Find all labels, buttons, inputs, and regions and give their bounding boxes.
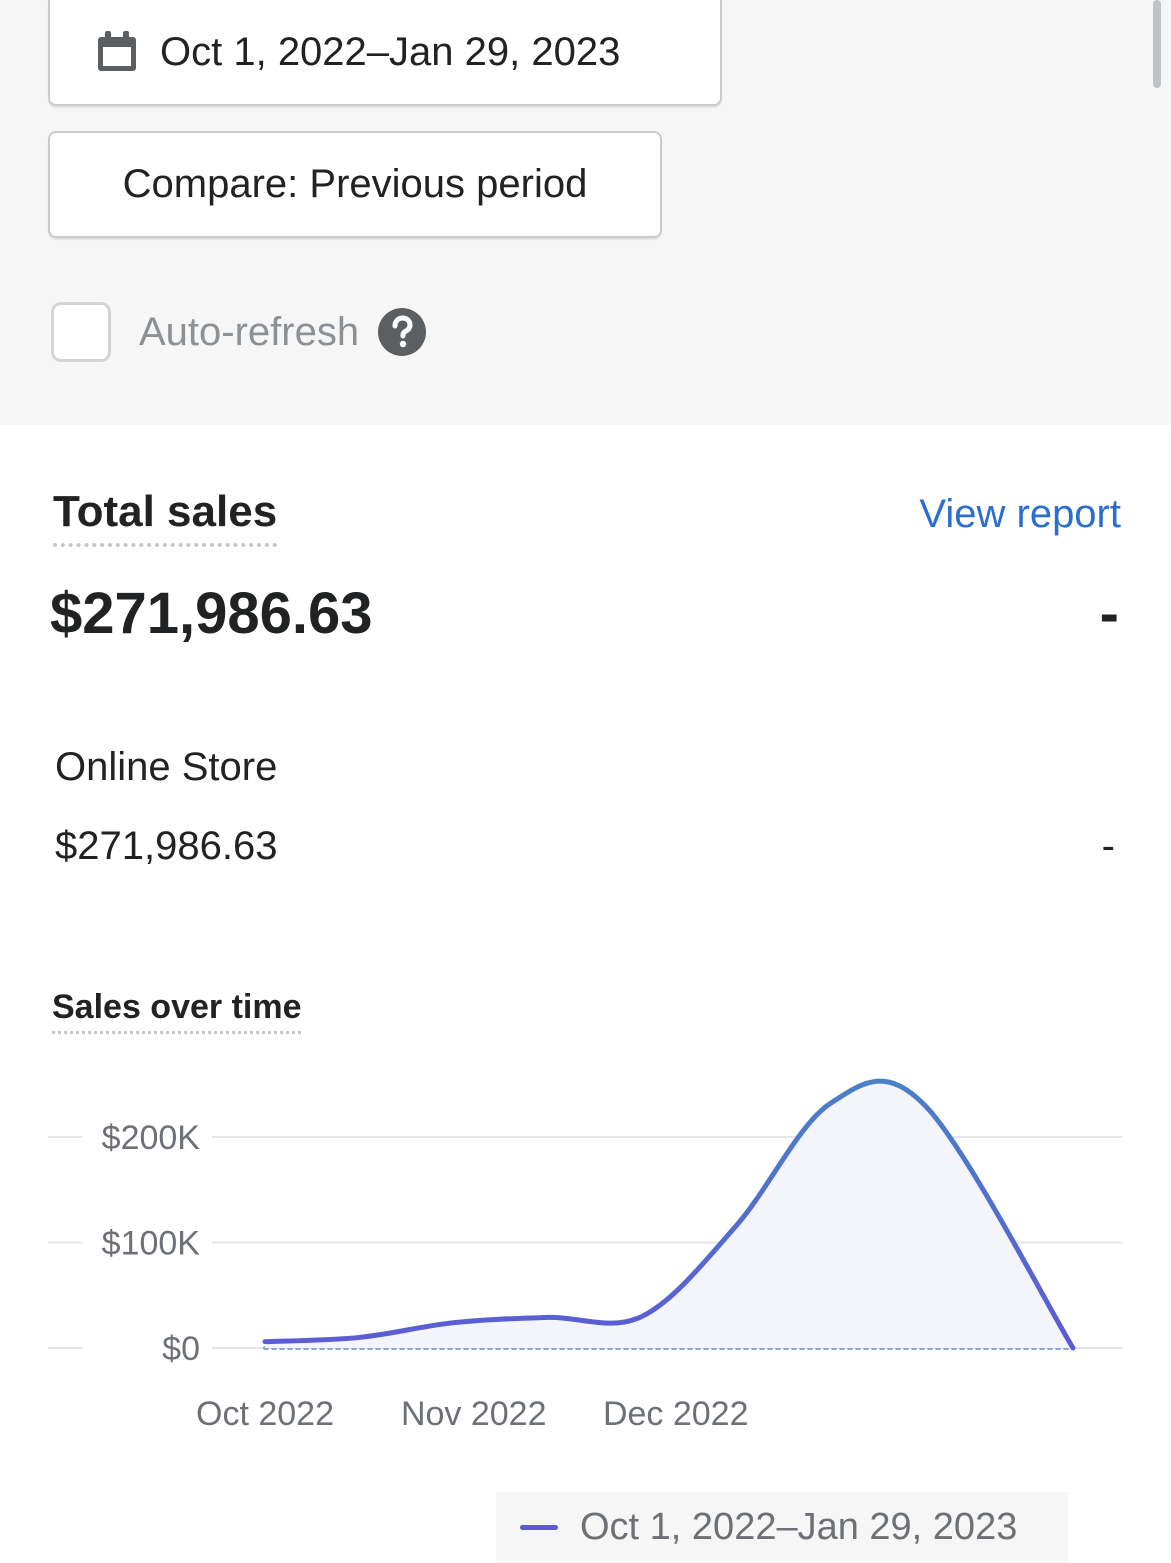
y-tick-label: $200K — [102, 1119, 201, 1157]
x-tick-label: Dec 2022 — [603, 1395, 749, 1433]
total-sales-change: - — [1099, 581, 1119, 646]
y-tick-label: $0 — [162, 1330, 200, 1368]
sales-over-time-chart: $0 $100K $200K Oct 2022 Nov 2022 Dec 2022 — [48, 1078, 1122, 1433]
calendar-icon — [98, 31, 136, 71]
compare-button[interactable]: Compare: Previous period — [48, 131, 662, 238]
scrollbar[interactable] — [1153, 0, 1161, 88]
channel-name: Online Store — [55, 745, 278, 789]
auto-refresh-checkbox[interactable] — [51, 302, 111, 362]
legend-label: Oct 1, 2022–Jan 29, 2023 — [580, 1506, 1018, 1548]
channel-value: $271,986.63 — [55, 824, 278, 868]
total-sales-title[interactable]: Total sales — [53, 487, 278, 547]
chart-legend[interactable]: Oct 1, 2022–Jan 29, 2023 — [496, 1492, 1068, 1563]
x-tick-label: Nov 2022 — [401, 1395, 547, 1433]
auto-refresh-toggle: Auto-refresh — [51, 302, 427, 362]
channel-change: - — [1101, 824, 1115, 868]
compare-label: Compare: Previous period — [122, 162, 588, 206]
view-report-link[interactable]: View report — [919, 492, 1121, 537]
legend-swatch — [520, 1525, 558, 1530]
x-tick-label: Oct 2022 — [196, 1395, 334, 1433]
series-area — [265, 1081, 1073, 1348]
sales-over-time-title[interactable]: Sales over time — [52, 988, 302, 1034]
help-icon[interactable] — [377, 307, 427, 357]
date-range-button[interactable]: Oct 1, 2022–Jan 29, 2023 — [48, 0, 722, 106]
date-range-label: Oct 1, 2022–Jan 29, 2023 — [160, 29, 621, 74]
total-sales-value: $271,986.63 — [50, 581, 373, 646]
filters-panel: Oct 1, 2022–Jan 29, 2023 Compare: Previo… — [0, 0, 1171, 425]
y-tick-label: $100K — [102, 1225, 201, 1263]
auto-refresh-label: Auto-refresh — [139, 309, 360, 354]
